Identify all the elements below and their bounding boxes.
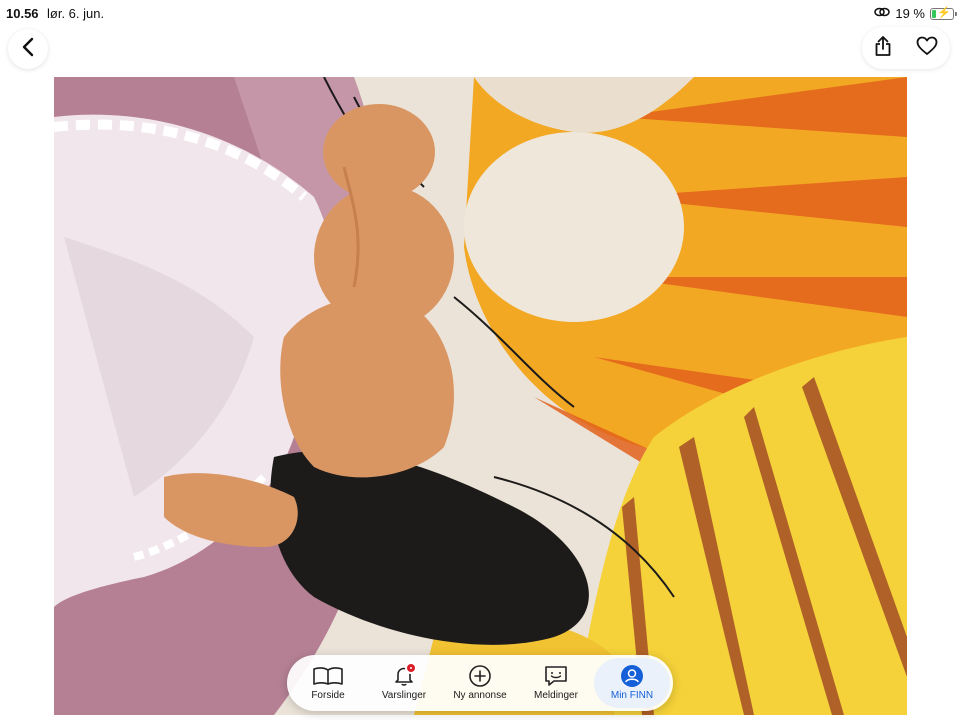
- bell-icon: [387, 662, 421, 687]
- battery-percent: 19 %: [895, 6, 925, 21]
- status-time: 10.56: [6, 6, 39, 21]
- profile-icon: [615, 665, 649, 687]
- nav-label-min-finn: Min FINN: [610, 690, 654, 701]
- nav-item-ny-annonse[interactable]: Ny annonse: [442, 658, 518, 708]
- listing-photo[interactable]: [54, 77, 907, 715]
- status-bar: 10.56 lør. 6. jun. 19 % ⚡: [0, 0, 960, 28]
- nav-label-meldinger: Meldinger: [534, 690, 578, 701]
- nav-label-ny-annonse: Ny annonse: [453, 690, 507, 701]
- status-date: lør. 6. jun.: [47, 6, 105, 21]
- listing-actions: [862, 27, 950, 69]
- nav-label-forside: Forside: [311, 690, 345, 701]
- chevron-left-icon: [21, 37, 35, 62]
- battery-icon: ⚡: [930, 6, 957, 20]
- book-icon: [311, 665, 345, 687]
- share-button[interactable]: [874, 35, 892, 62]
- photo-illustration: [54, 77, 907, 715]
- nav-label-varslinger: Varslinger: [381, 690, 427, 701]
- share-icon: [874, 35, 892, 61]
- nav-item-forside[interactable]: Forside: [290, 658, 366, 708]
- plus-circle-icon: [463, 665, 497, 687]
- favorite-button[interactable]: [916, 36, 938, 61]
- chat-icon: [539, 665, 573, 687]
- nav-item-min-finn[interactable]: Min FINN: [594, 658, 670, 708]
- notification-badge: [405, 662, 417, 674]
- status-indicators: 19 % ⚡: [874, 6, 957, 21]
- link-icon: [874, 6, 891, 21]
- heart-icon: [916, 36, 938, 60]
- back-button[interactable]: [8, 29, 48, 69]
- nav-item-meldinger[interactable]: Meldinger: [518, 658, 594, 708]
- bottom-nav: Forside Varslinger Ny annonse Meldinger …: [287, 655, 673, 711]
- charging-icon: ⚡: [937, 6, 951, 19]
- nav-item-varslinger[interactable]: Varslinger: [366, 658, 442, 708]
- battery-fill: [932, 9, 937, 18]
